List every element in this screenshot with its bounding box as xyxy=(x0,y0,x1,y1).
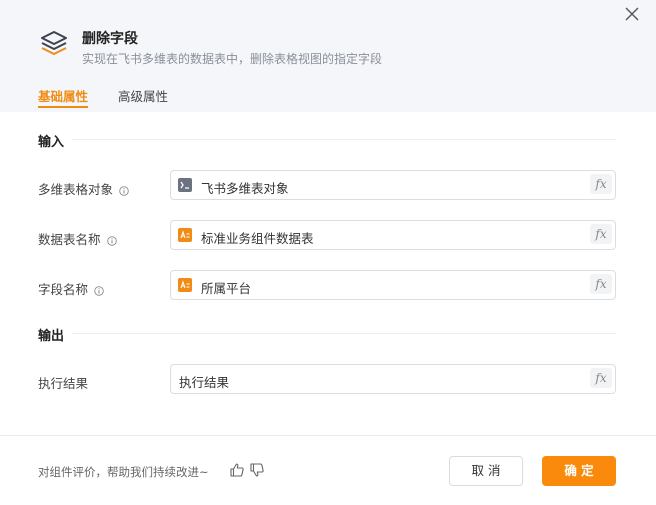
tab-basic-properties[interactable]: 基础属性 xyxy=(38,86,89,108)
field-value: 飞书多维表对象 xyxy=(201,181,289,196)
section-divider xyxy=(72,333,616,334)
cancel-button[interactable]: 取 消 xyxy=(449,456,523,486)
dialog-subtitle: 实现在飞书多维表的数据表中，删除表格视图的指定字段 xyxy=(82,52,383,66)
info-icon xyxy=(119,185,129,196)
info-icon xyxy=(94,285,104,296)
field-value: 执行结果 xyxy=(179,375,230,390)
thumbs-down-icon[interactable] xyxy=(249,462,265,478)
dialog-header: 删除字段 实现在飞书多维表的数据表中，删除表格视图的指定字段 基础属性 高级属性 xyxy=(0,0,656,112)
info-icon xyxy=(106,235,117,246)
layers-icon xyxy=(41,31,67,55)
footer-divider xyxy=(0,435,656,436)
field-value: 所属平台 xyxy=(201,281,252,296)
output-section-title: 输出 xyxy=(38,329,65,344)
dialog-title: 删除字段 xyxy=(82,31,138,47)
input-section-title: 输入 xyxy=(38,135,65,150)
close-icon[interactable] xyxy=(622,4,642,24)
thumbs-up-icon[interactable] xyxy=(229,462,245,478)
field-value: 标准业务组件数据表 xyxy=(201,231,314,246)
table-name-field[interactable]: 标准业务组件数据表 fx xyxy=(170,220,616,250)
fx-button[interactable]: fx xyxy=(590,224,612,244)
object-icon xyxy=(178,178,192,192)
field-label-table-name: 数据表名称 xyxy=(38,229,117,248)
fx-button[interactable]: fx xyxy=(590,174,612,194)
table-object-field[interactable]: 飞书多维表对象 fx xyxy=(170,170,616,200)
field-name-field[interactable]: 所属平台 fx xyxy=(170,270,616,300)
fx-button[interactable]: fx xyxy=(590,274,612,294)
fx-button[interactable]: fx xyxy=(590,368,612,388)
tab-advanced-properties[interactable]: 高级属性 xyxy=(118,86,168,105)
field-label-result: 执行结果 xyxy=(38,376,89,391)
text-type-icon xyxy=(178,228,192,242)
field-label-table-object: 多维表格对象 xyxy=(38,179,129,198)
field-label-field-name: 字段名称 xyxy=(38,279,104,298)
section-divider xyxy=(72,139,616,140)
confirm-button[interactable]: 确 定 xyxy=(542,456,616,486)
result-field[interactable]: 执行结果 fx xyxy=(170,364,616,394)
feedback-text: 对组件评价，帮助我们持续改进~ xyxy=(38,465,209,479)
text-type-icon xyxy=(178,278,192,292)
